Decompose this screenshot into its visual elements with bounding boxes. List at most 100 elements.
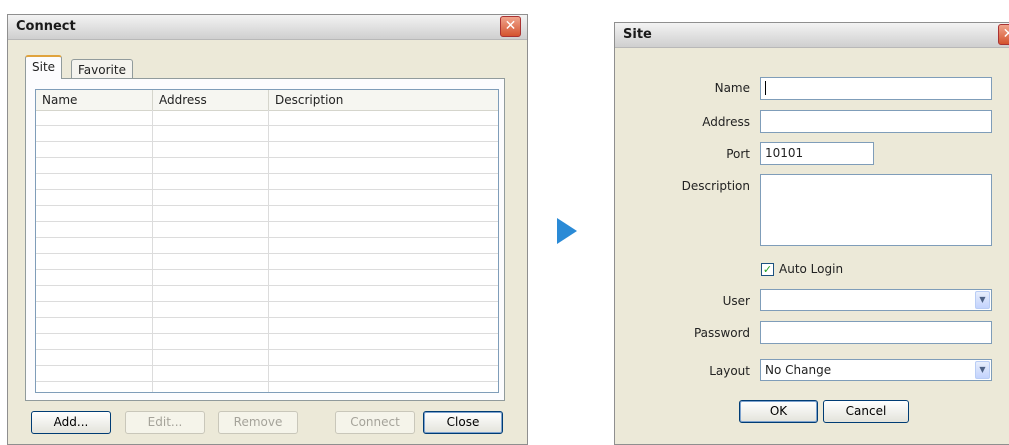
ok-button[interactable]: OK — [739, 400, 818, 423]
table-cell — [153, 286, 269, 302]
user-select[interactable]: ▼ — [760, 289, 992, 311]
layout-select[interactable]: No Change ▼ — [760, 359, 992, 381]
table-cell — [36, 222, 153, 238]
table-cell — [36, 254, 153, 270]
table-cell — [36, 174, 153, 190]
column-header-description[interactable]: Description — [269, 90, 498, 110]
auto-login-label[interactable]: Auto Login — [779, 262, 843, 276]
description-label: Description — [681, 179, 750, 193]
table-row[interactable] — [36, 254, 498, 270]
table-cell — [36, 286, 153, 302]
column-address-label: Address — [159, 93, 207, 107]
table-cell — [36, 158, 153, 174]
close-icon[interactable]: ✕ — [500, 16, 521, 37]
connect-titlebar[interactable]: Connect ✕ — [8, 15, 527, 40]
port-label: Port — [726, 147, 750, 161]
tab-site-label: Site — [32, 60, 56, 74]
table-row[interactable] — [36, 190, 498, 206]
table-row[interactable] — [36, 350, 498, 366]
connect-dialog: Connect ✕ Site Favorite Name Address Des… — [7, 14, 528, 445]
table-row[interactable] — [36, 222, 498, 238]
table-cell — [153, 254, 269, 270]
site-titlebar[interactable]: Site ✕ — [615, 23, 1009, 48]
port-field[interactable]: 10101 — [760, 142, 874, 165]
name-label: Name — [714, 81, 750, 95]
table-cell — [153, 302, 269, 318]
address-field[interactable] — [760, 110, 992, 133]
table-row[interactable] — [36, 382, 498, 392]
table-cell — [153, 142, 269, 158]
table-row[interactable] — [36, 286, 498, 302]
column-header-name[interactable]: Name — [36, 90, 153, 110]
table-cell — [153, 238, 269, 254]
table-cell — [36, 238, 153, 254]
table-cell — [153, 334, 269, 350]
site-list-rows — [36, 110, 498, 392]
table-cell — [153, 158, 269, 174]
site-title: Site — [623, 27, 652, 42]
table-row[interactable] — [36, 110, 498, 126]
description-field[interactable] — [760, 174, 992, 246]
table-cell — [153, 270, 269, 286]
table-cell — [36, 270, 153, 286]
user-label: User — [722, 294, 750, 308]
tab-site[interactable]: Site — [25, 55, 63, 79]
connect-button[interactable]: Connect — [335, 411, 415, 434]
layout-value: No Change — [765, 363, 832, 377]
tab-favorite-label: Favorite — [78, 63, 126, 77]
table-row[interactable] — [36, 270, 498, 286]
connect-title: Connect — [16, 19, 76, 34]
table-row[interactable] — [36, 158, 498, 174]
table-cell — [36, 366, 153, 382]
table-cell — [153, 318, 269, 334]
table-row[interactable] — [36, 302, 498, 318]
site-tab-panel: Name Address Description — [25, 78, 505, 401]
auto-login-checkbox[interactable]: ✓ — [761, 263, 774, 276]
column-header-address[interactable]: Address — [153, 90, 269, 110]
chevron-down-icon[interactable]: ▼ — [975, 361, 990, 379]
table-cell — [36, 318, 153, 334]
chevron-down-icon[interactable]: ▼ — [975, 291, 990, 309]
table-row[interactable] — [36, 366, 498, 382]
column-description-label: Description — [275, 93, 344, 107]
cancel-button[interactable]: Cancel — [823, 400, 909, 423]
close-button[interactable]: Close — [423, 411, 503, 434]
edit-button[interactable]: Edit... — [125, 411, 205, 434]
table-cell — [36, 190, 153, 206]
table-cell — [36, 302, 153, 318]
table-row[interactable] — [36, 238, 498, 254]
tab-favorite[interactable]: Favorite — [71, 59, 133, 79]
site-dialog: Site ✕ Name Address Port 10101 Descripti… — [614, 22, 1009, 445]
layout-label: Layout — [709, 364, 750, 378]
password-field[interactable] — [760, 321, 992, 344]
table-cell — [36, 382, 153, 392]
table-cell — [153, 222, 269, 238]
site-list-header: Name Address Description — [36, 90, 498, 111]
table-cell — [153, 366, 269, 382]
table-cell — [36, 206, 153, 222]
table-cell — [153, 350, 269, 366]
password-label: Password — [693, 326, 750, 340]
table-row[interactable] — [36, 334, 498, 350]
table-cell — [36, 142, 153, 158]
table-row[interactable] — [36, 142, 498, 158]
site-list[interactable]: Name Address Description — [35, 89, 499, 393]
table-cell — [36, 126, 153, 142]
table-cell — [153, 206, 269, 222]
name-field[interactable] — [760, 77, 992, 100]
table-cell — [153, 174, 269, 190]
table-row[interactable] — [36, 126, 498, 142]
close-icon[interactable]: ✕ — [998, 24, 1009, 45]
table-cell — [36, 334, 153, 350]
table-row[interactable] — [36, 206, 498, 222]
column-name-label: Name — [42, 93, 78, 107]
table-cell — [153, 126, 269, 142]
remove-button[interactable]: Remove — [218, 411, 298, 434]
table-cell — [36, 350, 153, 366]
add-button[interactable]: Add... — [31, 411, 111, 434]
port-value: 10101 — [765, 146, 804, 160]
table-row[interactable] — [36, 174, 498, 190]
table-cell — [153, 110, 269, 126]
table-row[interactable] — [36, 318, 498, 334]
table-cell — [153, 190, 269, 206]
